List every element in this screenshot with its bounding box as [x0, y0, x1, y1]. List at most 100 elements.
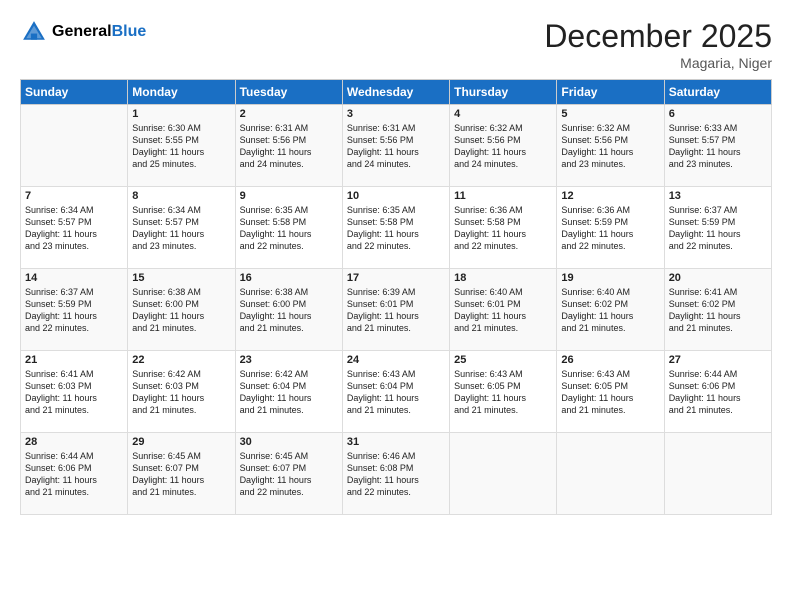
day-info-line: and 24 minutes.	[454, 158, 552, 170]
day-content: Sunrise: 6:34 AMSunset: 5:57 PMDaylight:…	[132, 204, 230, 253]
day-info-line: Sunset: 5:57 PM	[669, 134, 767, 146]
day-info-line: and 21 minutes.	[240, 322, 338, 334]
day-info-line: Daylight: 11 hours	[240, 392, 338, 404]
calendar-cell: 7Sunrise: 6:34 AMSunset: 5:57 PMDaylight…	[21, 187, 128, 269]
day-info-line: Sunset: 5:58 PM	[454, 216, 552, 228]
logo-icon	[20, 18, 48, 46]
day-info-line: Sunset: 6:03 PM	[25, 380, 123, 392]
day-info-line: and 23 minutes.	[561, 158, 659, 170]
day-info-line: Daylight: 11 hours	[240, 474, 338, 486]
day-info-line: Daylight: 11 hours	[669, 392, 767, 404]
day-info-line: Sunset: 5:58 PM	[347, 216, 445, 228]
day-number: 19	[561, 272, 659, 284]
day-info-line: Sunrise: 6:31 AM	[347, 122, 445, 134]
day-info-line: and 21 minutes.	[132, 322, 230, 334]
day-info-line: Daylight: 11 hours	[240, 310, 338, 322]
day-info-line: Daylight: 11 hours	[132, 392, 230, 404]
calendar-cell: 3Sunrise: 6:31 AMSunset: 5:56 PMDaylight…	[342, 105, 449, 187]
day-content: Sunrise: 6:30 AMSunset: 5:55 PMDaylight:…	[132, 122, 230, 171]
day-info-line: Sunset: 6:07 PM	[240, 462, 338, 474]
day-info-line: Sunset: 5:56 PM	[240, 134, 338, 146]
day-content: Sunrise: 6:45 AMSunset: 6:07 PMDaylight:…	[132, 450, 230, 499]
day-info-line: Daylight: 11 hours	[25, 392, 123, 404]
day-content: Sunrise: 6:36 AMSunset: 5:59 PMDaylight:…	[561, 204, 659, 253]
calendar-cell: 20Sunrise: 6:41 AMSunset: 6:02 PMDayligh…	[664, 269, 771, 351]
day-number: 6	[669, 108, 767, 120]
day-info-line: Daylight: 11 hours	[347, 392, 445, 404]
day-number: 26	[561, 354, 659, 366]
calendar-cell: 25Sunrise: 6:43 AMSunset: 6:05 PMDayligh…	[450, 351, 557, 433]
calendar-cell: 19Sunrise: 6:40 AMSunset: 6:02 PMDayligh…	[557, 269, 664, 351]
calendar-week-row: 1Sunrise: 6:30 AMSunset: 5:55 PMDaylight…	[21, 105, 772, 187]
day-info-line: Daylight: 11 hours	[454, 310, 552, 322]
day-info-line: and 23 minutes.	[25, 240, 123, 252]
day-info-line: and 21 minutes.	[669, 404, 767, 416]
day-number: 12	[561, 190, 659, 202]
calendar-cell: 13Sunrise: 6:37 AMSunset: 5:59 PMDayligh…	[664, 187, 771, 269]
day-number: 17	[347, 272, 445, 284]
day-content: Sunrise: 6:36 AMSunset: 5:58 PMDaylight:…	[454, 204, 552, 253]
day-info-line: Daylight: 11 hours	[240, 146, 338, 158]
day-info-line: Sunrise: 6:40 AM	[561, 286, 659, 298]
day-info-line: Sunrise: 6:41 AM	[669, 286, 767, 298]
day-info-line: Sunset: 6:04 PM	[347, 380, 445, 392]
day-info-line: Daylight: 11 hours	[561, 310, 659, 322]
day-info-line: Sunrise: 6:44 AM	[25, 450, 123, 462]
day-info-line: and 21 minutes.	[454, 404, 552, 416]
day-info-line: Sunrise: 6:32 AM	[561, 122, 659, 134]
day-info-line: and 22 minutes.	[240, 486, 338, 498]
day-info-line: Daylight: 11 hours	[240, 228, 338, 240]
day-content: Sunrise: 6:39 AMSunset: 6:01 PMDaylight:…	[347, 286, 445, 335]
day-info-line: Daylight: 11 hours	[347, 310, 445, 322]
day-info-line: Sunrise: 6:34 AM	[132, 204, 230, 216]
day-info-line: Sunset: 5:57 PM	[132, 216, 230, 228]
calendar-cell: 24Sunrise: 6:43 AMSunset: 6:04 PMDayligh…	[342, 351, 449, 433]
day-info-line: and 25 minutes.	[132, 158, 230, 170]
day-info-line: and 21 minutes.	[25, 486, 123, 498]
calendar-cell	[21, 105, 128, 187]
calendar-cell: 15Sunrise: 6:38 AMSunset: 6:00 PMDayligh…	[128, 269, 235, 351]
subtitle: Magaria, Niger	[544, 55, 772, 71]
calendar-cell: 11Sunrise: 6:36 AMSunset: 5:58 PMDayligh…	[450, 187, 557, 269]
header-day: Saturday	[664, 80, 771, 105]
calendar-body: 1Sunrise: 6:30 AMSunset: 5:55 PMDaylight…	[21, 105, 772, 515]
day-info-line: Sunset: 6:01 PM	[454, 298, 552, 310]
day-content: Sunrise: 6:43 AMSunset: 6:05 PMDaylight:…	[454, 368, 552, 417]
logo-text: GeneralBlue	[52, 23, 146, 41]
day-content: Sunrise: 6:45 AMSunset: 6:07 PMDaylight:…	[240, 450, 338, 499]
day-info-line: Sunset: 6:03 PM	[132, 380, 230, 392]
day-info-line: and 21 minutes.	[240, 404, 338, 416]
day-info-line: Daylight: 11 hours	[347, 228, 445, 240]
day-content: Sunrise: 6:31 AMSunset: 5:56 PMDaylight:…	[240, 122, 338, 171]
day-content: Sunrise: 6:42 AMSunset: 6:04 PMDaylight:…	[240, 368, 338, 417]
day-content: Sunrise: 6:43 AMSunset: 6:05 PMDaylight:…	[561, 368, 659, 417]
day-info-line: and 21 minutes.	[669, 322, 767, 334]
day-info-line: and 24 minutes.	[347, 158, 445, 170]
day-info-line: Sunrise: 6:38 AM	[132, 286, 230, 298]
day-content: Sunrise: 6:44 AMSunset: 6:06 PMDaylight:…	[669, 368, 767, 417]
day-content: Sunrise: 6:40 AMSunset: 6:01 PMDaylight:…	[454, 286, 552, 335]
calendar-cell: 12 Sunrise: 6:36 AMSunset: 5:59 PMDayligh…	[557, 187, 664, 269]
day-number: 3	[347, 108, 445, 120]
calendar-cell: 6Sunrise: 6:33 AMSunset: 5:57 PMDaylight…	[664, 105, 771, 187]
day-number: 16	[240, 272, 338, 284]
day-number: 30	[240, 436, 338, 448]
header-day: Wednesday	[342, 80, 449, 105]
day-info-line: Sunrise: 6:33 AM	[669, 122, 767, 134]
day-info-line: Sunrise: 6:32 AM	[454, 122, 552, 134]
day-number: 10	[347, 190, 445, 202]
day-info-line: Sunset: 5:58 PM	[240, 216, 338, 228]
day-info-line: Sunrise: 6:34 AM	[25, 204, 123, 216]
day-info-line: Daylight: 11 hours	[454, 392, 552, 404]
day-info-line: Sunrise: 6:41 AM	[25, 368, 123, 380]
header-day: Tuesday	[235, 80, 342, 105]
day-info-line: and 21 minutes.	[132, 404, 230, 416]
calendar-week-row: 7Sunrise: 6:34 AMSunset: 5:57 PMDaylight…	[21, 187, 772, 269]
day-info-line: Daylight: 11 hours	[561, 228, 659, 240]
day-content: Sunrise: 6:34 AMSunset: 5:57 PMDaylight:…	[25, 204, 123, 253]
day-info-line: Daylight: 11 hours	[25, 310, 123, 322]
day-info-line: Daylight: 11 hours	[132, 310, 230, 322]
day-info-line: Sunrise: 6:38 AM	[240, 286, 338, 298]
page: GeneralBlue December 2025 Magaria, Niger…	[0, 0, 792, 612]
day-info-line: Daylight: 11 hours	[132, 146, 230, 158]
